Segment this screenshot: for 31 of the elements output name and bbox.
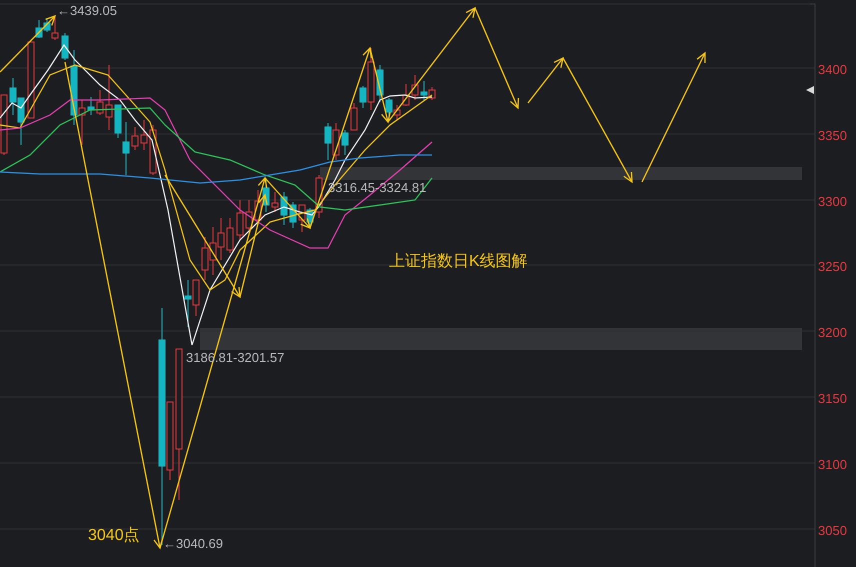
price-axis-label: 3400 (818, 62, 847, 78)
candlestick (62, 32, 68, 60)
candlestick (350, 102, 358, 130)
candlestick (290, 202, 296, 228)
candlestick (88, 96, 94, 116)
chart-title: 上证指数日K线图解 (389, 252, 528, 272)
candlestick (236, 200, 244, 240)
price-marker-icon (806, 86, 814, 94)
candlestick (272, 192, 278, 212)
price-note: ←3439.05 (57, 3, 117, 19)
low-point-label: 3040点 (88, 526, 140, 546)
candlestick (412, 74, 418, 100)
candlestick (376, 64, 384, 102)
candlestick (140, 120, 148, 150)
candlestick (226, 218, 234, 254)
price-axis-label: 3200 (818, 325, 847, 341)
price-axis-label: 3050 (818, 523, 847, 539)
candlestick (280, 192, 288, 226)
candlestick (96, 90, 104, 116)
candlestick (246, 200, 252, 230)
candlestick (342, 130, 348, 156)
price-axis-label: 3300 (818, 194, 847, 210)
candlestick (132, 126, 138, 150)
price-axis-label: 3100 (818, 457, 847, 473)
trend-arrow (0, 14, 56, 72)
candlestick (402, 84, 410, 106)
price-axis-label: 3350 (818, 128, 847, 144)
price-note: ←3040.69 (163, 536, 223, 552)
price-axis-label: 3150 (818, 391, 847, 407)
price-axis-label: 3250 (818, 259, 847, 275)
candlestick (106, 64, 112, 130)
